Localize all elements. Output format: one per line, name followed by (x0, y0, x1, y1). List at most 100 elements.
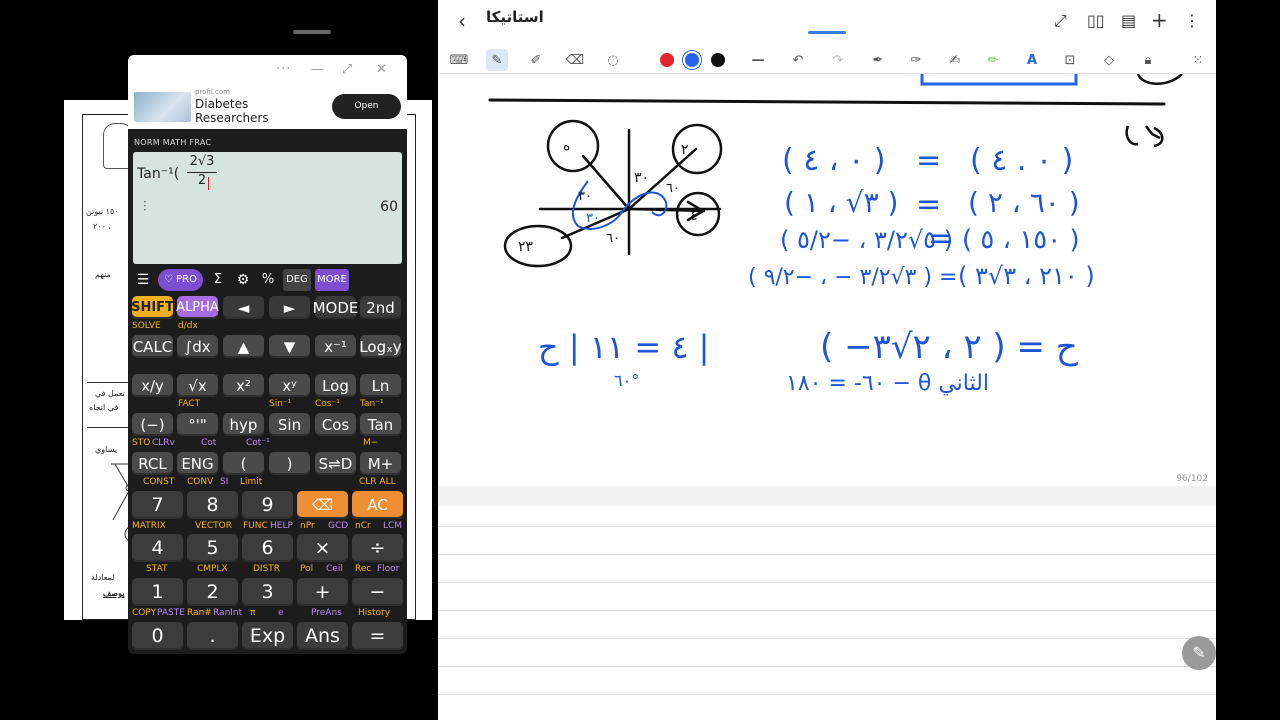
key-6[interactable]: 6 (242, 534, 293, 562)
handwriting-canvas[interactable]: ه ٣٠ ٣٠ ٣٠ ٦٠ ٦٠ ٢ ٤ ٢٣ ( ٠ ، ٤ ) = ( ٠ … (438, 74, 1216, 484)
lasso-icon[interactable]: ◌ (602, 49, 624, 71)
key-[interactable]: ▲ (223, 335, 264, 358)
key-log[interactable]: Log (315, 374, 356, 397)
highlighter-icon[interactable]: ✐ (525, 49, 547, 71)
close-icon[interactable]: ✕ (376, 62, 387, 77)
back-arrow-icon[interactable]: ‹ (458, 9, 466, 33)
calculator-display[interactable]: Tan⁻¹( 2√3 2 · · · 60 (133, 152, 402, 264)
key-mode[interactable]: MODE (313, 296, 358, 319)
text-tool-icon[interactable]: A (1021, 49, 1043, 71)
key-[interactable]: ▼ (269, 335, 310, 358)
edit-pencil-icon[interactable]: ✎ (1182, 636, 1216, 670)
pen-icon[interactable]: ✎ (486, 49, 508, 71)
redo-icon[interactable]: ↷ (827, 49, 849, 71)
percent-icon[interactable]: % (258, 269, 278, 291)
key-[interactable]: ) (269, 452, 310, 475)
key-=[interactable]: = (352, 622, 403, 650)
key-alpha[interactable]: ALPHA (176, 296, 219, 319)
calligraphy-pen-icon[interactable]: ✍ (944, 49, 966, 71)
undo-icon[interactable]: ↶ (787, 49, 809, 71)
key-hyp[interactable]: hyp (223, 413, 264, 436)
key-dx[interactable]: ∫dx (177, 335, 218, 358)
key-9[interactable]: 9 (242, 491, 293, 519)
overflow-icon[interactable]: ⋮ (1184, 11, 1200, 30)
key-backspace[interactable]: ⌫ (297, 491, 348, 519)
key-.[interactable]: . (187, 622, 238, 650)
menu-icon[interactable]: ☰ (133, 269, 153, 291)
lock-icon[interactable]: 🔒︎ (1137, 49, 1159, 71)
key-7[interactable]: 7 (132, 491, 183, 519)
keyboard-icon[interactable]: ⌨ (448, 49, 470, 71)
key-xy[interactable]: x/y (132, 374, 173, 397)
key-rcl[interactable]: RCL (132, 452, 173, 475)
calculator-titlebar[interactable]: ··· — ⤢ ✕ (128, 55, 407, 85)
key-calc[interactable]: CALC (132, 335, 173, 358)
color-black[interactable] (711, 53, 725, 67)
shapes-icon[interactable]: ◇ (1098, 49, 1120, 71)
history-dots-icon[interactable]: · · · (143, 196, 149, 216)
sigma-icon[interactable]: Σ (208, 269, 228, 291)
grid-icon[interactable]: ⁙ (1187, 49, 1209, 71)
key-Ans[interactable]: Ans (297, 622, 348, 650)
key-sin[interactable]: Sin (269, 413, 310, 436)
key-4[interactable]: 4 (132, 534, 183, 562)
page-settings-icon[interactable]: ▤ (1121, 11, 1136, 30)
drag-handle[interactable] (293, 30, 331, 34)
minimize-icon[interactable]: — (311, 62, 324, 77)
text-box-icon[interactable]: ⊡ (1059, 49, 1081, 71)
pro-button[interactable]: ♡ PRO (158, 269, 203, 291)
key-+[interactable]: + (297, 578, 348, 606)
stroke-width-icon[interactable]: — (747, 49, 769, 71)
key-[interactable]: °'" (177, 413, 218, 436)
key-[interactable]: (−) (132, 413, 173, 436)
key-left[interactable]: ◄ (223, 296, 264, 319)
key-eng[interactable]: ENG (177, 452, 218, 475)
key-8[interactable]: 8 (187, 491, 238, 519)
color-red[interactable] (660, 53, 674, 67)
pen-settings-icon[interactable]: ✒ (867, 49, 889, 71)
ad-open-button[interactable]: Open (332, 94, 401, 119)
key-shift-label: LCM (383, 521, 403, 531)
settings-icon[interactable]: ⚙ (233, 269, 253, 291)
deg-button[interactable]: DEG (283, 269, 311, 291)
more-icon[interactable]: ··· (276, 62, 291, 77)
key-1[interactable]: 1 (132, 578, 183, 606)
key-−[interactable]: − (352, 578, 403, 606)
key-x[interactable]: xʸ (269, 374, 310, 397)
add-icon[interactable]: + (1151, 8, 1168, 32)
key-3[interactable]: 3 (242, 578, 293, 606)
key-x[interactable]: √x (177, 374, 218, 397)
svg-text:٣٠: ٣٠ (634, 170, 649, 186)
svg-text:( ٢١٠ ، ٣√٣ ): ( ٢١٠ ، ٣√٣ ) (958, 262, 1095, 290)
key-÷[interactable]: ÷ (352, 534, 403, 562)
key-cos[interactable]: Cos (315, 413, 356, 436)
key-m[interactable]: M+ (360, 452, 401, 475)
key-ac[interactable]: AC (352, 491, 403, 519)
ad-banner[interactable]: profil.com Diabetes Researchers Open (128, 85, 407, 129)
maximize-icon[interactable]: ⤢ (342, 62, 352, 77)
fountain-pen-icon[interactable]: ✑ (905, 49, 927, 71)
key-0[interactable]: 0 (132, 622, 183, 650)
key-Exp[interactable]: Exp (242, 622, 293, 650)
color-blue[interactable] (685, 53, 699, 67)
fraction-denominator: 2 (197, 173, 207, 188)
eraser-icon[interactable]: ⌫ (564, 49, 586, 71)
key-x[interactable]: x⁻¹ (315, 335, 356, 358)
key-2[interactable]: 2 (187, 578, 238, 606)
key-2nd[interactable]: 2nd (360, 296, 401, 319)
key-5[interactable]: 5 (187, 534, 238, 562)
key-shift-label: Tan⁻¹ (360, 399, 384, 409)
key-logy[interactable]: Logₓy (359, 335, 402, 358)
marker-icon[interactable]: ✏ (982, 49, 1004, 71)
book-icon[interactable]: ▯▯ (1087, 11, 1105, 30)
key-x[interactable]: x² (223, 374, 264, 397)
key-shift[interactable]: SHIFT (131, 296, 174, 319)
key-ln[interactable]: Ln (360, 374, 401, 397)
key-right[interactable]: ► (269, 296, 310, 319)
key-[interactable]: ( (223, 452, 264, 475)
more-button[interactable]: MORE (315, 269, 349, 291)
key-tan[interactable]: Tan (360, 413, 401, 436)
fullscreen-icon[interactable]: ⤢ (1054, 11, 1067, 31)
key-sd[interactable]: S⇌D (315, 452, 356, 475)
key-×[interactable]: × (297, 534, 348, 562)
